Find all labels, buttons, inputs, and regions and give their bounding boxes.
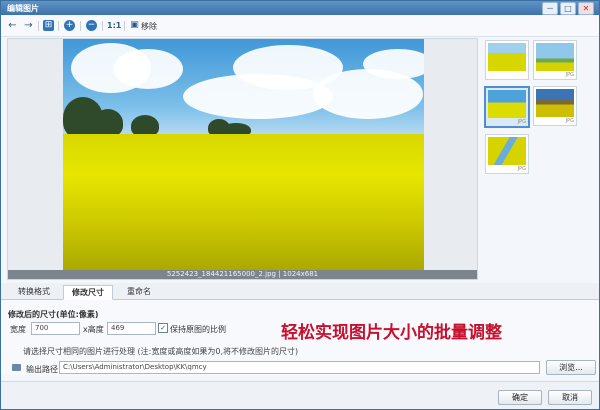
toolbar-divider <box>38 21 39 31</box>
keep-ratio-checkbox[interactable]: ✓ <box>158 323 168 333</box>
thumbnail-image <box>488 137 526 165</box>
width-input[interactable]: 700 <box>31 322 80 335</box>
photo-cloud <box>113 49 183 89</box>
tab-rename[interactable]: 重命名 <box>117 285 161 298</box>
zoom-in-icon[interactable]: + <box>64 20 75 31</box>
resize-section-title: 修改后的尺寸(单位:像素) <box>8 310 99 319</box>
image-info-bar: 5252423_184421165000_2.jpg | 1024x681 <box>8 270 477 279</box>
thumbnail-image <box>488 90 526 118</box>
photo-cloud <box>363 49 424 79</box>
tab-resize[interactable]: 修改尺寸 <box>63 285 113 300</box>
maximize-button[interactable]: □ <box>560 2 576 15</box>
edit-image-window: 编辑图片 － □ ✕ ← → ⊞ + − 1:1 ▣ 移除 5252423_18… <box>0 0 600 410</box>
actual-size-button[interactable]: 1:1 <box>107 21 121 30</box>
thumbnail-image <box>488 43 526 71</box>
browse-button[interactable]: 浏览... <box>546 360 596 375</box>
ok-button[interactable]: 确定 <box>498 390 542 405</box>
photo-flower-field <box>63 134 424 271</box>
output-path-label: 输出路径 <box>26 365 58 374</box>
remove-button-label[interactable]: 移除 <box>141 21 157 32</box>
thumbnail-item[interactable]: JPG <box>533 86 577 126</box>
keep-ratio-label: 保持原图的比例 <box>170 325 226 334</box>
preview-image <box>63 39 424 271</box>
toolbar-divider <box>58 21 59 31</box>
tab-convert-format[interactable]: 转换格式 <box>9 285 59 298</box>
toolbar-divider <box>102 21 103 31</box>
thumbnail-list: JPG JPG JPG JPG <box>478 38 593 278</box>
thumbnail-image <box>536 43 574 71</box>
width-label: 宽度 <box>10 325 26 334</box>
thumbnail-item[interactable]: JPG <box>533 40 577 80</box>
forward-icon[interactable]: → <box>22 19 35 32</box>
minimize-button[interactable]: － <box>542 2 558 15</box>
thumbnail-file-type: JPG <box>517 119 526 125</box>
resize-hint: 请选择尺寸相同的图片进行处理 (注:宽度或高度如果为0,将不修改图片的尺寸) <box>23 347 299 356</box>
back-icon[interactable]: ← <box>6 19 19 32</box>
zoom-out-icon[interactable]: − <box>86 20 97 31</box>
thumbnail-item[interactable]: JPG <box>485 134 529 174</box>
output-path-input[interactable]: C:\Users\Administrator\Desktop\KK\qmcy <box>59 361 540 374</box>
toolbar-divider <box>80 21 81 31</box>
tab-bar: 转换格式 修改尺寸 重命名 <box>1 283 599 300</box>
window-title: 编辑图片 <box>7 4 39 13</box>
close-button[interactable]: ✕ <box>578 2 594 15</box>
height-input[interactable]: 469 <box>107 322 156 335</box>
promo-headline: 轻松实现图片大小的批量调整 <box>281 323 502 343</box>
toolbar: ← → ⊞ + − 1:1 ▣ 移除 <box>1 16 599 37</box>
thumbnail-file-type: JPG <box>565 72 574 78</box>
thumbnail-file-type: JPG <box>517 166 526 172</box>
remove-icon[interactable]: ▣ <box>128 19 141 32</box>
cancel-button[interactable]: 取消 <box>548 390 592 405</box>
photo-tree <box>93 109 123 137</box>
title-bar: 编辑图片 － □ ✕ <box>1 1 599 15</box>
thumbnail-item[interactable] <box>485 40 529 80</box>
thumbnail-file-type: JPG <box>565 118 574 124</box>
photo-cloud <box>183 74 333 119</box>
dialog-footer: 确定 取消 <box>1 381 599 409</box>
zoom-fit-icon[interactable]: ⊞ <box>43 20 54 31</box>
thumbnail-item-selected[interactable]: JPG <box>484 86 530 128</box>
height-label: x高度 <box>83 325 104 334</box>
thumbnail-image <box>536 89 574 117</box>
toolbar-divider <box>124 21 125 31</box>
image-viewer: 5252423_184421165000_2.jpg | 1024x681 <box>7 38 478 280</box>
folder-icon <box>12 364 21 371</box>
